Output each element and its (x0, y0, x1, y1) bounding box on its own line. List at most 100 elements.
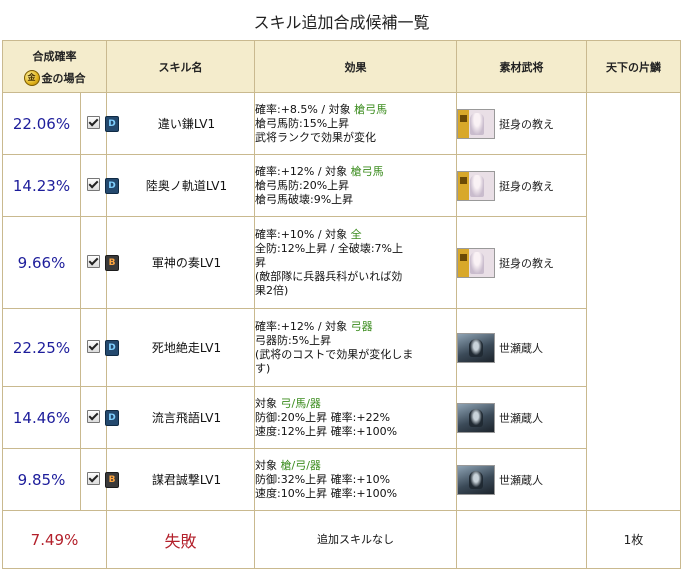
table-row: 9.85% B 謀君誠撃LV1 対象 槍/弓/器 防御:32%上昇 確率:+10% 速度:… (2, 448, 681, 511)
rank-badge-icon: D (105, 177, 119, 194)
checkbox-icon[interactable] (87, 254, 100, 268)
general-portrait-icon[interactable] (457, 464, 495, 495)
skill-name: 死地絶走LV1 (151, 341, 222, 355)
skill-name: 軍神の奏LV1 (151, 256, 222, 270)
effect-text: 弓器防:5%上昇 (255, 333, 332, 347)
skill-name: 陸奥ノ軌道LV1 (145, 179, 228, 193)
table-row: 14.46% D 流言飛語LV1 対象 弓/馬/器 防御:20%上昇 確率:+22% 速度… (2, 386, 681, 449)
general-portrait-icon[interactable] (457, 402, 495, 433)
rate-cell: 14.46% (2, 386, 81, 449)
gold-coin-icon: 金 (23, 70, 40, 86)
skill-cell: D 違い鎌LV1 (105, 92, 255, 155)
material-cell[interactable]: 世瀬蔵人 (456, 448, 587, 511)
effect-line: 昇 (255, 256, 456, 270)
effect-text: 対象 (255, 458, 281, 472)
general-portrait-icon[interactable] (457, 170, 495, 201)
effect-line: す) (255, 362, 456, 376)
effect-text: 槍弓馬破壊:9%上昇 (255, 192, 354, 206)
effect-line: 果2倍) (255, 284, 456, 298)
effect-line: 全防:12%上昇 / 全破壊:7%上 (255, 242, 456, 256)
skill-cell: B 謀君誠撃LV1 (105, 448, 255, 511)
effect-text: (武将のコストで効果が変化しま (255, 347, 414, 361)
material-name: 世瀬蔵人 (499, 411, 543, 425)
effect-text: 槍弓馬防:20%上昇 (255, 178, 350, 192)
effect-line: 防御:20%上昇 確率:+22% (255, 411, 456, 425)
material-cell[interactable]: 挺身の教え (456, 216, 587, 309)
table-row: 22.25% D 死地絶走LV1 確率:+12% / 対象 弓器 弓器防:5%上昇 (武将… (2, 308, 681, 387)
general-portrait-icon[interactable] (457, 332, 495, 363)
skill-name: 謀君誠撃LV1 (151, 473, 222, 487)
effect-text: 確率:+8.5% / 対象 (255, 102, 355, 116)
material-name: 世瀬蔵人 (499, 473, 543, 487)
checkbox-cell[interactable] (80, 308, 107, 387)
effect-line: (武将のコストで効果が変化しま (255, 348, 456, 362)
rank-badge-icon: D (105, 339, 119, 356)
page-title: スキル追加合成候補一覧 (253, 13, 430, 32)
rank-badge-icon: D (105, 409, 119, 426)
effect-cell: 確率:+10% / 対象 全全防:12%上昇 / 全破壊:7%上昇 (敵部隊に兵器… (254, 216, 457, 309)
material-name: 挺身の教え (499, 179, 554, 193)
effect-line: 防御:32%上昇 確率:+10% (255, 473, 456, 487)
material-cell[interactable]: 世瀬蔵人 (456, 386, 587, 449)
fail-material-empty (456, 510, 587, 569)
header-effect: 効果 (254, 40, 457, 93)
skill-cell: D 流言飛語LV1 (105, 386, 255, 449)
material-name: 世瀬蔵人 (499, 341, 543, 355)
effect-line: 速度:10%上昇 確率:+100% (255, 487, 456, 501)
effect-line: 対象 槍/弓/器 (255, 459, 456, 473)
checkbox-cell[interactable] (80, 216, 107, 309)
checkbox-icon[interactable] (87, 177, 100, 191)
checkbox-cell[interactable] (80, 448, 107, 511)
table-row: 14.23% D 陸奥ノ軌道LV1 確率:+12% / 対象 槍弓馬 槍弓馬防:20%上… (2, 154, 681, 217)
checkbox-cell[interactable] (80, 92, 107, 155)
effect-cell: 対象 槍/弓/器 防御:32%上昇 確率:+10% 速度:10%上昇 確率:+100… (254, 448, 457, 511)
fail-label: 失敗 (106, 510, 255, 569)
effect-cell: 確率:+12% / 対象 弓器 弓器防:5%上昇 (武将のコストで効果が変化しま す) (254, 308, 457, 387)
skill-name: 違い鎌LV1 (157, 117, 216, 131)
rank-badge-icon: B (105, 254, 119, 271)
effect-cell: 確率:+8.5% / 対象 槍弓馬 槍弓馬防:15%上昇 武将ランクで効果が変化 (254, 92, 457, 155)
effect-line: 武将ランクで効果が変化 (255, 131, 456, 145)
effect-text: 昇 (255, 255, 266, 269)
effect-text: 槍弓馬防:15%上昇 (255, 116, 350, 130)
general-portrait-icon[interactable] (457, 108, 495, 139)
rate-cell: 14.23% (2, 154, 81, 217)
effect-text: 速度:10%上昇 確率:+100% (255, 486, 398, 500)
checkbox-icon[interactable] (87, 409, 100, 423)
effect-line: 槍弓馬防:20%上昇 (255, 179, 456, 193)
rank-badge-icon: B (105, 471, 119, 488)
checkbox-cell[interactable] (80, 386, 107, 449)
material-cell[interactable]: 挺身の教え (456, 154, 587, 217)
effect-line: 槍弓馬破壊:9%上昇 (255, 193, 456, 207)
effect-text: 対象 (255, 396, 281, 410)
rate-cell: 9.85% (2, 448, 81, 511)
material-cell[interactable]: 世瀬蔵人 (456, 308, 587, 387)
effect-line: 槍弓馬防:15%上昇 (255, 117, 456, 131)
effect-line: 確率:+12% / 対象 槍弓馬 (255, 165, 456, 179)
material-name: 挺身の教え (499, 256, 554, 270)
material-cell[interactable]: 挺身の教え (456, 92, 587, 155)
checkbox-cell[interactable] (80, 154, 107, 217)
effect-cell: 対象 弓/馬/器 防御:20%上昇 確率:+22% 速度:12%上昇 確率:+100… (254, 386, 457, 449)
header-tenka: 天下の片鱗 (586, 40, 681, 93)
effect-line: 弓器防:5%上昇 (255, 334, 456, 348)
general-portrait-icon[interactable] (457, 247, 495, 278)
effect-line: 確率:+10% / 対象 全 (255, 228, 456, 242)
header-rate-label: 合成確率 (32, 50, 77, 63)
table-row: 22.06% D 違い鎌LV1 確率:+8.5% / 対象 槍弓馬 槍弓馬防:15%上昇… (2, 92, 681, 511)
checkbox-icon[interactable] (87, 471, 100, 485)
tenka-empty-cell (586, 92, 681, 511)
effect-text: 速度:12%上昇 確率:+100% (255, 424, 398, 438)
rank-badge-icon: D (105, 115, 119, 132)
checkbox-icon[interactable] (87, 339, 100, 353)
checkbox-icon[interactable] (87, 115, 100, 129)
effect-line: 対象 弓/馬/器 (255, 397, 456, 411)
skill-name: 流言飛語LV1 (151, 411, 222, 425)
fail-rate: 7.49% (2, 510, 107, 569)
effect-line: 速度:12%上昇 確率:+100% (255, 425, 456, 439)
effect-text: 確率:+10% / 対象 (255, 227, 351, 241)
effect-text: す) (255, 361, 271, 375)
header-material: 素材武将 (456, 40, 587, 93)
effect-target: 弓器 (350, 319, 373, 333)
rate-cell: 22.25% (2, 308, 81, 387)
